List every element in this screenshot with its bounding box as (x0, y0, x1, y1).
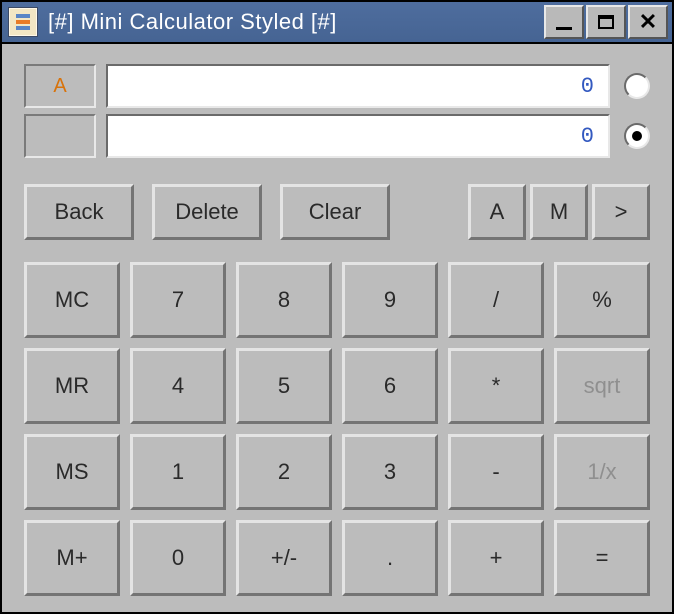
mc-button[interactable]: MC (24, 262, 120, 338)
digit-0-button[interactable]: 0 (130, 520, 226, 596)
keypad: MC 7 8 9 / % MR 4 5 6 * sqrt MS 1 2 3 - … (24, 262, 650, 596)
digit-2-button[interactable]: 2 (236, 434, 332, 510)
digit-9-button[interactable]: 9 (342, 262, 438, 338)
add-button[interactable]: + (448, 520, 544, 596)
mr-button[interactable]: MR (24, 348, 120, 424)
divide-button[interactable]: / (448, 262, 544, 338)
more-button[interactable]: > (592, 184, 650, 240)
inverse-button[interactable]: 1/x (554, 434, 650, 510)
m-button[interactable]: M (530, 184, 588, 240)
radio-a[interactable] (624, 73, 650, 99)
subtract-button[interactable]: - (448, 434, 544, 510)
digit-6-button[interactable]: 6 (342, 348, 438, 424)
mini-button-group: A M > (468, 184, 650, 240)
a-button[interactable]: A (468, 184, 526, 240)
display-field-a[interactable]: 0 (106, 64, 610, 108)
digit-1-button[interactable]: 1 (130, 434, 226, 510)
edit-row: Back Delete Clear A M > (24, 184, 650, 240)
display-row-a: A 0 (24, 64, 650, 108)
mplus-button[interactable]: M+ (24, 520, 120, 596)
digit-4-button[interactable]: 4 (130, 348, 226, 424)
display-label-a: A (24, 64, 96, 108)
close-icon: ✕ (639, 11, 657, 33)
display-row-b: 0 (24, 114, 650, 158)
delete-button[interactable]: Delete (152, 184, 262, 240)
back-button[interactable]: Back (24, 184, 134, 240)
titlebar: [#] Mini Calculator Styled [#] ✕ (2, 2, 672, 44)
sqrt-button[interactable]: sqrt (554, 348, 650, 424)
window-controls: ✕ (544, 5, 668, 39)
digit-3-button[interactable]: 3 (342, 434, 438, 510)
display-field-b[interactable]: 0 (106, 114, 610, 158)
maximize-icon (598, 15, 614, 29)
window-title: [#] Mini Calculator Styled [#] (48, 9, 544, 35)
app-icon (8, 7, 38, 37)
percent-button[interactable]: % (554, 262, 650, 338)
sign-button[interactable]: +/- (236, 520, 332, 596)
multiply-button[interactable]: * (448, 348, 544, 424)
equals-button[interactable]: = (554, 520, 650, 596)
digit-8-button[interactable]: 8 (236, 262, 332, 338)
client-area: A 0 0 Back Delete Clear A M > MC 7 8 9 (2, 44, 672, 614)
digit-5-button[interactable]: 5 (236, 348, 332, 424)
minimize-button[interactable] (544, 5, 584, 39)
decimal-button[interactable]: . (342, 520, 438, 596)
calculator-window: [#] Mini Calculator Styled [#] ✕ A 0 0 B… (0, 0, 674, 614)
maximize-button[interactable] (586, 5, 626, 39)
display-label-b (24, 114, 96, 158)
minimize-icon (556, 27, 572, 30)
close-button[interactable]: ✕ (628, 5, 668, 39)
radio-dot-icon (632, 131, 642, 141)
ms-button[interactable]: MS (24, 434, 120, 510)
radio-b[interactable] (624, 123, 650, 149)
digit-7-button[interactable]: 7 (130, 262, 226, 338)
clear-button[interactable]: Clear (280, 184, 390, 240)
